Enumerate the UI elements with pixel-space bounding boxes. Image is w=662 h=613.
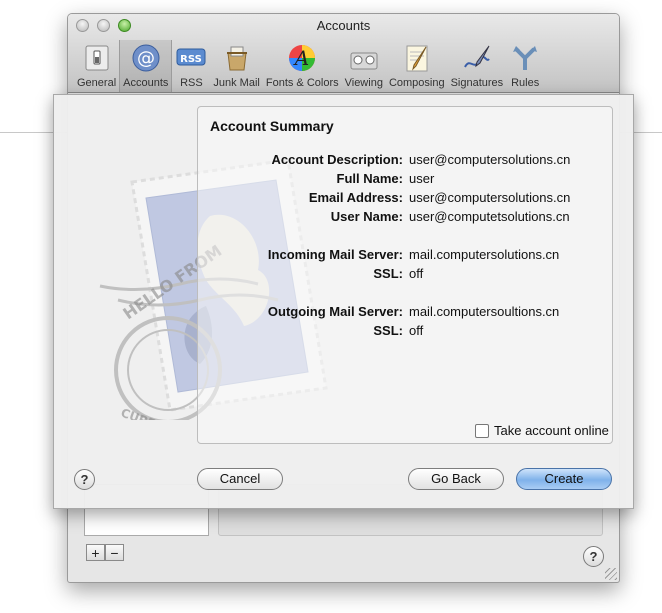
incoming-mail-server-value: mail.computersolutions.cn [409, 247, 560, 262]
summary-row-full-name: Full Name: user [198, 171, 612, 190]
new-account-sheet: HELLO FROM CUPERTINO, CA Account Summary… [53, 94, 634, 509]
outgoing-mail-server-label: Outgoing Mail Server: [267, 304, 403, 319]
viewing-icon [348, 42, 380, 74]
summary-row-account-description: Account Description: user@computersoluti… [198, 152, 612, 171]
incoming-ssl-label: SSL: [373, 266, 403, 281]
summary-row-incoming-ssl: SSL: off [198, 266, 612, 285]
at-sign-icon: @ [130, 42, 162, 74]
toolbar-item-signatures[interactable]: Signatures [448, 40, 507, 92]
toolbar-item-rss[interactable]: RSS RSS [172, 40, 210, 92]
composing-icon [401, 42, 433, 74]
toolbar-label: RSS [180, 77, 203, 89]
toolbar-label: Junk Mail [213, 77, 260, 89]
account-description-label: Account Description: [271, 152, 403, 167]
go-back-button[interactable]: Go Back [408, 468, 504, 490]
outgoing-ssl-value: off [409, 323, 424, 338]
toolbar-item-rules[interactable]: Rules [506, 40, 544, 92]
user-name-value: user@computetsolutions.cn [409, 209, 570, 224]
summary-row-email-address: Email Address: user@computersolutions.cn [198, 190, 612, 209]
fonts-colors-icon: A [286, 42, 318, 74]
email-address-label: Email Address: [308, 190, 403, 205]
preferences-toolbar: General @ Accounts RSS RSS Junk Mail A F… [74, 40, 544, 92]
remove-account-button[interactable]: − [105, 544, 124, 561]
svg-text:A: A [293, 46, 309, 70]
outgoing-mail-server-value: mail.computersoultions.cn [409, 304, 560, 319]
rules-icon [509, 42, 541, 74]
rss-icon: RSS [175, 42, 207, 74]
toolbar-label: General [77, 77, 117, 89]
junk-mail-icon [221, 42, 253, 74]
toolbar-item-accounts[interactable]: @ Accounts [119, 40, 173, 92]
titlebar: Accounts General @ Accounts RSS RSS Junk… [68, 14, 619, 93]
toolbar-item-viewing[interactable]: Viewing [342, 40, 386, 92]
summary-row-user-name: User Name: user@computetsolutions.cn [198, 209, 612, 228]
full-name-value: user [409, 171, 435, 186]
account-description-value: user@computersolutions.cn [409, 152, 571, 167]
toolbar-label: Accounts [123, 77, 169, 89]
summary-row-incoming-server: Incoming Mail Server: mail.computersolut… [198, 247, 612, 266]
account-summary-box: Account Summary Account Description: use… [197, 106, 613, 444]
user-name-label: User Name: [330, 209, 403, 224]
help-button-window[interactable]: ? [583, 546, 604, 567]
help-button[interactable]: ? [74, 469, 95, 490]
summary-row-outgoing-server: Outgoing Mail Server: mail.computersoult… [198, 304, 612, 323]
outgoing-ssl-label: SSL: [373, 323, 403, 338]
full-name-label: Full Name: [336, 171, 403, 186]
email-address-value: user@computersolutions.cn [409, 190, 571, 205]
signatures-icon [461, 42, 493, 74]
toolbar-item-junk-mail[interactable]: Junk Mail [210, 40, 262, 92]
toolbar-label: Signatures [450, 77, 504, 89]
toolbar-item-fonts-colors[interactable]: A Fonts & Colors [263, 40, 342, 92]
svg-text:RSS: RSS [181, 54, 203, 65]
take-account-online-label: Take account online [494, 423, 609, 438]
summary-row-outgoing-ssl: SSL: off [198, 323, 612, 342]
toolbar-item-general[interactable]: General [74, 40, 119, 92]
window-title: Accounts [316, 18, 371, 33]
take-account-online-option[interactable]: Take account online [475, 423, 609, 438]
incoming-mail-server-label: Incoming Mail Server: [267, 247, 403, 262]
take-account-online-checkbox[interactable] [475, 423, 489, 438]
resize-grip-icon[interactable] [605, 568, 617, 580]
toolbar-label: Viewing [344, 77, 383, 89]
add-account-button[interactable]: + [86, 544, 105, 561]
toolbar-label: Composing [388, 77, 445, 89]
toolbar-label: Fonts & Colors [265, 77, 339, 89]
svg-text:@: @ [137, 48, 155, 69]
toolbar-item-composing[interactable]: Composing [386, 40, 448, 92]
general-switch-icon [81, 42, 113, 74]
cancel-button[interactable]: Cancel [197, 468, 283, 490]
incoming-ssl-value: off [409, 266, 424, 281]
account-summary-title: Account Summary [210, 118, 334, 134]
toolbar-label: Rules [511, 77, 540, 89]
create-button[interactable]: Create [516, 468, 612, 490]
